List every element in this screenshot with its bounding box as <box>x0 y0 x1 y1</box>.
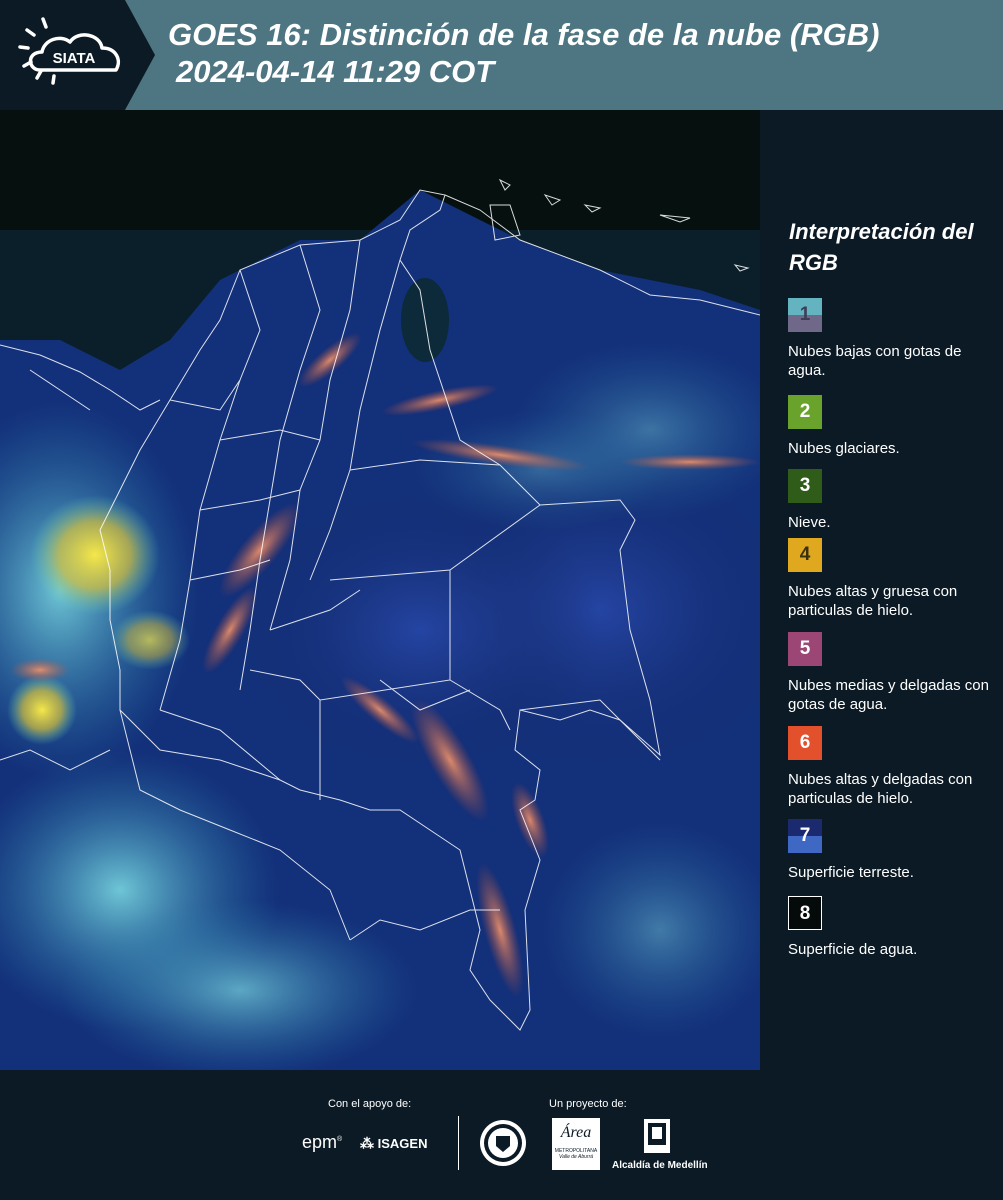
legend-item-3: 3 Nieve. <box>788 469 1000 532</box>
isagen-logo-text: ISAGEN <box>377 1136 428 1151</box>
legend-item-2: 2 Nubes glaciares. <box>788 395 1000 458</box>
title-line-1: GOES 16: Distinción de la fase de la nub… <box>168 17 880 52</box>
alcaldia-shield-icon <box>643 1118 671 1163</box>
alcaldia-label: Alcaldía de Medellín <box>612 1160 708 1171</box>
legend-label-4: Nubes altas y gruesa con particulas de h… <box>788 583 958 619</box>
footer-divider <box>458 1116 459 1170</box>
support-label: Con el apoyo de: <box>328 1098 412 1110</box>
title-line-2: 2024-04-14 11:29 COT <box>176 54 495 89</box>
page-title: GOES 16: Distinción de la fase de la nub… <box>168 16 879 90</box>
swatch-thick-ice-clouds: 4 <box>788 538 822 572</box>
swatch-low-water-clouds: 1 <box>788 298 822 332</box>
swatch-glaciated-clouds: 2 <box>788 395 822 429</box>
swatch-water-surface: 8 <box>788 896 822 930</box>
area-metropolitana-logo: Área METROPOLITANA Valle de Aburrá <box>552 1118 600 1170</box>
legend-label-7: Superficie terreste. <box>788 864 914 881</box>
project-label: Un proyecto de: <box>549 1098 627 1110</box>
legend-label-1: Nubes bajas con gotas de agua. <box>788 343 962 379</box>
legend-item-7: 7 Superficie terreste. <box>788 819 1000 882</box>
isagen-logo: ⁂ ISAGEN <box>360 1135 427 1152</box>
epm-logo: epm® <box>302 1132 343 1152</box>
header: SIATA GOES 16: Distinción de la fase de … <box>0 0 1003 110</box>
legend-item-1: 1 Nubes bajas con gotas de agua. <box>788 298 1000 380</box>
legend-label-2: Nubes glaciares. <box>788 440 900 457</box>
university-seal-icon <box>478 1118 528 1173</box>
svg-text:SIATA: SIATA <box>53 50 96 67</box>
swatch-mid-thin-water-clouds: 5 <box>788 632 822 666</box>
legend-label-5: Nubes medias y delgadas con gotas de agu… <box>788 677 989 713</box>
swatch-thin-ice-clouds: 6 <box>788 726 822 760</box>
isagen-mark-icon: ⁂ <box>360 1135 374 1151</box>
swatch-land-surface: 7 <box>788 819 822 853</box>
legend-panel: Interpretación del RGB 1 Nubes bajas con… <box>760 110 1003 1070</box>
legend-title: Interpretación del RGB <box>789 219 974 275</box>
legend-label-3: Nieve. <box>788 514 831 531</box>
siata-logo: SIATA <box>0 0 155 110</box>
legend-label-6: Nubes altas y delgadas con particulas de… <box>788 771 973 807</box>
legend-item-5: 5 Nubes medias y delgadas con gotas de a… <box>788 632 1000 714</box>
area-logo-text: Área <box>560 1124 592 1141</box>
legend-label-8: Superficie de agua. <box>788 941 918 958</box>
epm-logo-text: epm <box>302 1132 338 1152</box>
legend-item-6: 6 Nubes altas y delgadas con particulas … <box>788 726 1000 808</box>
footer: Con el apoyo de: Un proyecto de: epm® ⁂ … <box>0 1070 1003 1200</box>
area-logo-sub2: Valle de Aburrá <box>558 1154 594 1160</box>
satellite-map <box>0 110 760 1070</box>
swatch-snow: 3 <box>788 469 822 503</box>
legend-item-4: 4 Nubes altas y gruesa con particulas de… <box>788 538 1000 620</box>
legend-item-8: 8 Superficie de agua. <box>788 896 1000 959</box>
